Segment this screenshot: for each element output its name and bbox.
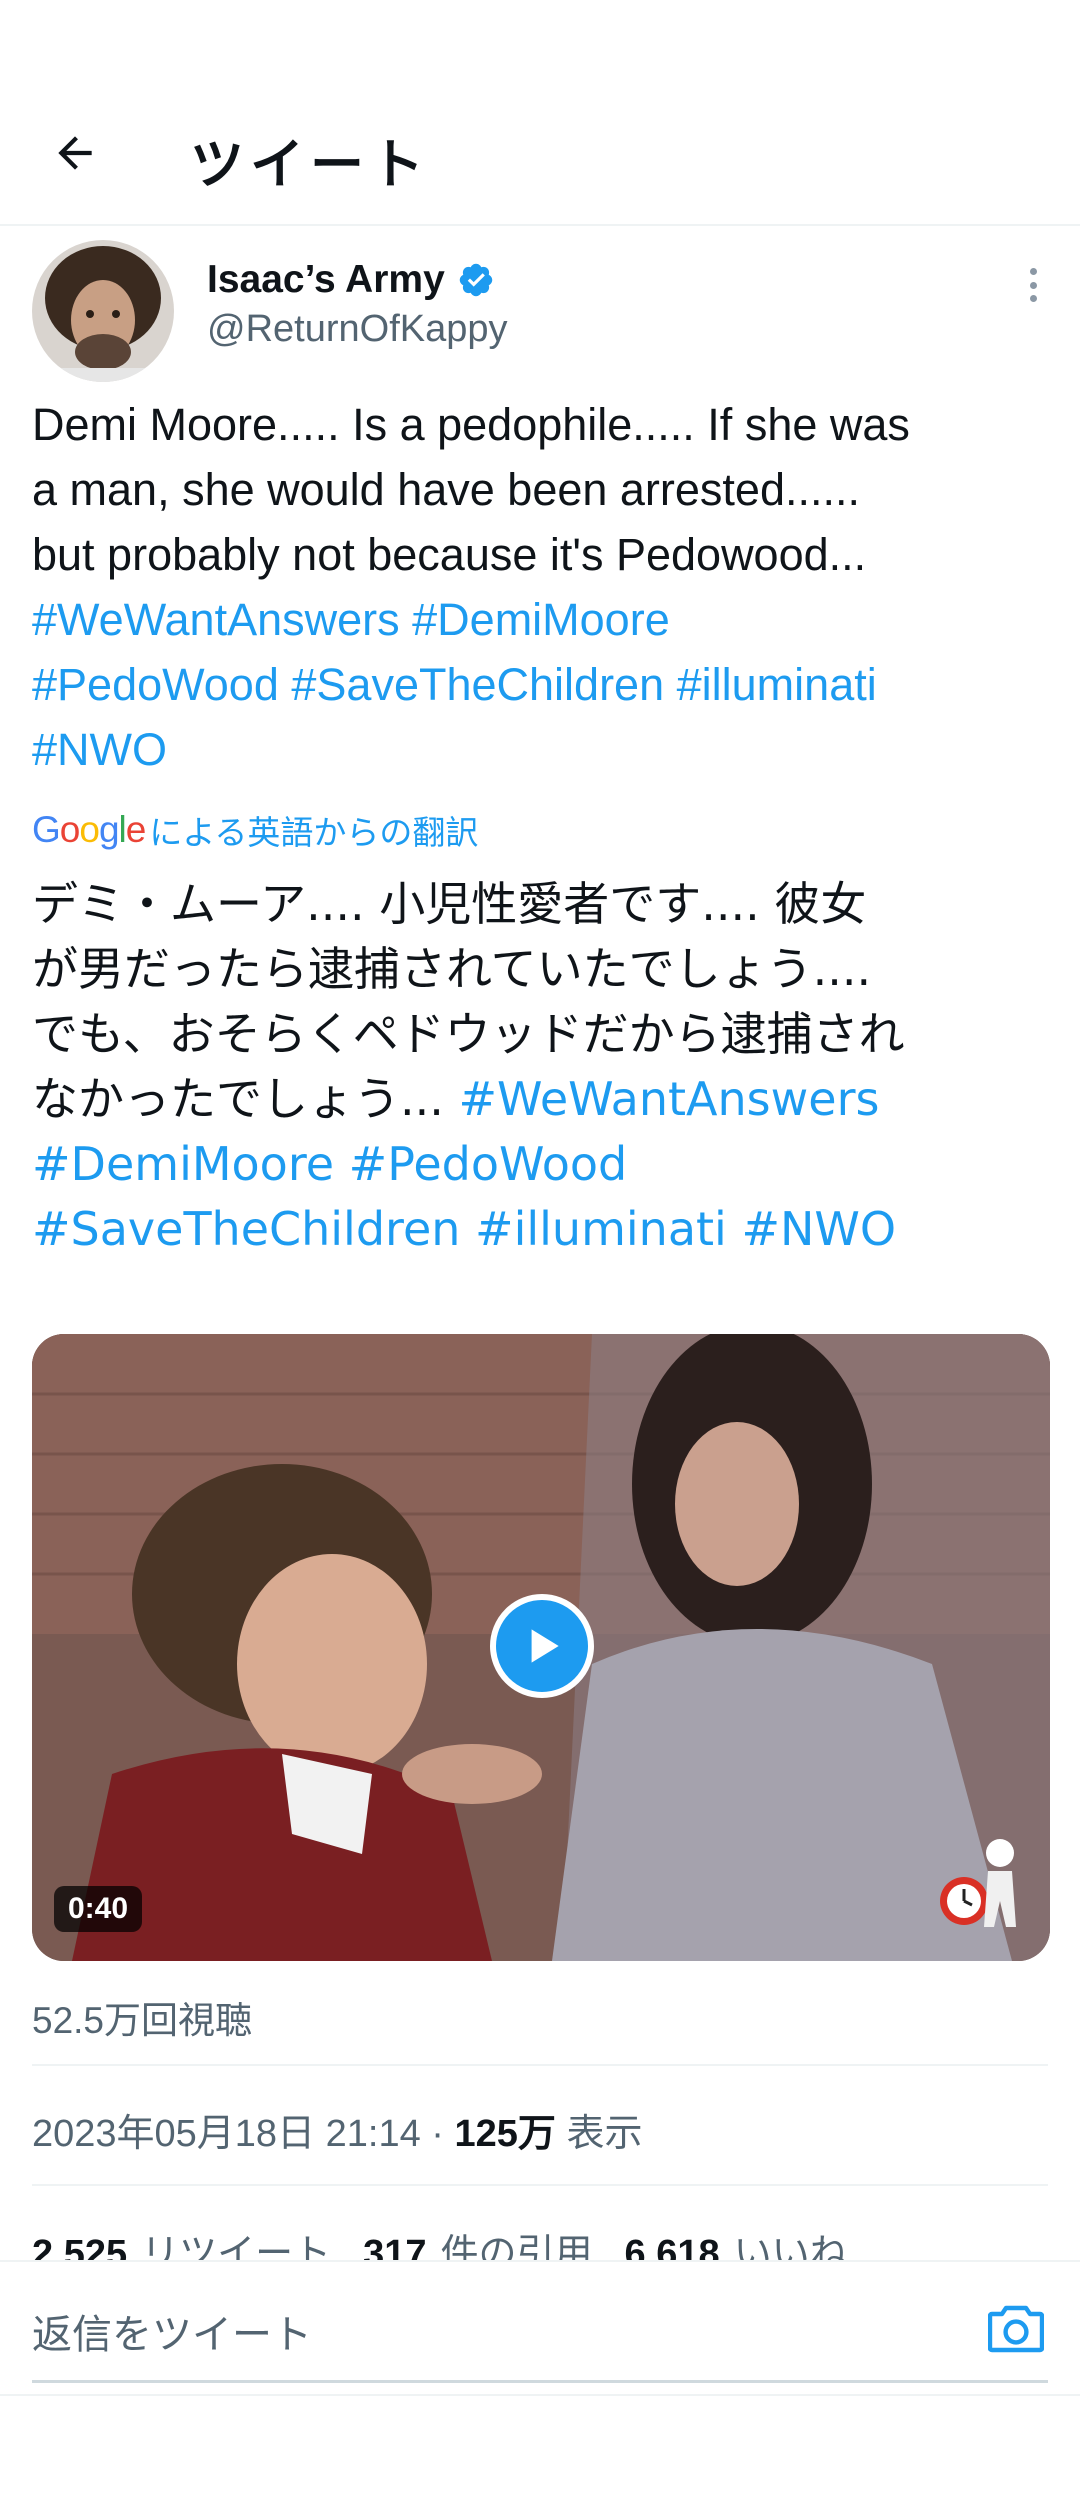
hashtag-line: #NWO	[32, 717, 1052, 782]
translated-line-text: なかったでしょう...	[32, 1072, 459, 1126]
impression-count: 125万	[454, 2113, 556, 2155]
hashtag-link[interactable]: #SaveTheChildren	[291, 659, 664, 710]
more-dot-icon	[1029, 281, 1037, 289]
hashtag-link[interactable]: #WeWantAnswers	[32, 594, 400, 645]
arrow-left-icon	[58, 136, 92, 170]
hashtag-line: #PedoWood #SaveTheChildren #illuminati	[32, 652, 1052, 717]
tweet-text-line: but probably not because it's Pedowood..…	[32, 529, 867, 580]
video-player[interactable]: 0:40	[32, 1334, 1050, 1961]
hashtag-link[interactable]: #WeWantAnswers	[459, 1072, 880, 1126]
reply-input-underline	[32, 2380, 1048, 2383]
divider	[32, 2184, 1048, 2186]
display-name[interactable]: Isaac’s Army	[207, 258, 445, 302]
hashtag-line: #WeWantAnswers #DemiMoore	[32, 587, 1052, 652]
top-app-bar: ツイート	[0, 0, 1080, 226]
view-count: 52.5万回視聴	[32, 2000, 253, 2041]
hashtag-link[interactable]: #NWO	[741, 1202, 896, 1256]
hashtag-line: #DemiMoore #PedoWood	[32, 1132, 1062, 1197]
author-handle[interactable]: @ReturnOfKappy	[207, 308, 508, 351]
more-dot-icon	[1029, 295, 1037, 302]
hashtag-link[interactable]: #PedoWood	[32, 659, 279, 710]
translated-line: デミ・ムーア.... 小児性愛者です.... 彼女	[32, 877, 867, 931]
hashtag-link[interactable]: #DemiMoore	[412, 594, 670, 645]
tweet-author: Isaac’s Army @ReturnOfKappy	[32, 240, 1048, 390]
divider	[32, 2064, 1048, 2066]
translated-line: でも、おそらくペドウッドだから逮捕され	[32, 1007, 905, 1061]
translation-attribution[interactable]: Google による英語からの翻訳	[32, 806, 478, 854]
meta-separator: ·	[420, 2113, 455, 2155]
hashtag-link[interactable]: #NWO	[32, 724, 167, 775]
tweet-text: Demi Moore..... Is a pedophile..... If s…	[32, 392, 1052, 782]
video-duration: 0:40	[54, 1886, 143, 1932]
translated-text: デミ・ムーア.... 小児性愛者です.... 彼女 が男だったら逮捕されていたで…	[32, 872, 1062, 1262]
divider	[0, 2394, 1080, 2396]
tweet-meta: 2023年05月18日 21:14 · 125万 表示	[32, 2102, 642, 2157]
translation-label[interactable]: による英語からの翻訳	[149, 806, 478, 854]
verified-badge-icon	[459, 263, 493, 297]
hashtag-link[interactable]: #illuminati	[475, 1202, 727, 1256]
translated-line: が男だったら逮捕されていたでしょう....	[32, 942, 872, 996]
hashtag-link[interactable]: #SaveTheChildren	[32, 1202, 460, 1256]
hashtag-line: #SaveTheChildren #illuminati #NWO	[32, 1197, 1062, 1262]
reply-composer: 返信をツイート	[0, 2260, 1080, 2396]
play-button[interactable]	[490, 1594, 594, 1698]
more-dot-icon	[1029, 268, 1037, 275]
tweet-text-line: a man, she would have been arrested.....…	[32, 464, 860, 515]
back-button[interactable]	[40, 118, 110, 188]
tweet-timestamp[interactable]: 2023年05月18日 21:14	[32, 2113, 421, 2155]
reply-input[interactable]: 返信をツイート	[32, 2302, 312, 2360]
translated-line: なかったでしょう... #WeWantAnswers	[32, 1067, 1062, 1132]
google-logo: Google	[32, 809, 146, 850]
hashtag-link[interactable]: #PedoWood	[349, 1137, 628, 1191]
avatar[interactable]	[32, 240, 174, 382]
alarm-clock-icon	[940, 1839, 1016, 1927]
more-options-button[interactable]	[1018, 262, 1048, 308]
impression-label: 表示	[555, 2113, 643, 2155]
hashtag-link[interactable]: #illuminati	[677, 659, 877, 710]
page-title: ツイート	[190, 133, 430, 196]
play-icon	[531, 1629, 559, 1663]
hashtag-link[interactable]: #DemiMoore	[32, 1137, 334, 1191]
author-name-row: Isaac’s Army	[207, 258, 495, 302]
camera-icon[interactable]	[988, 2302, 1044, 2354]
tweet-text-line: Demi Moore..... Is a pedophile..... If s…	[32, 399, 910, 450]
